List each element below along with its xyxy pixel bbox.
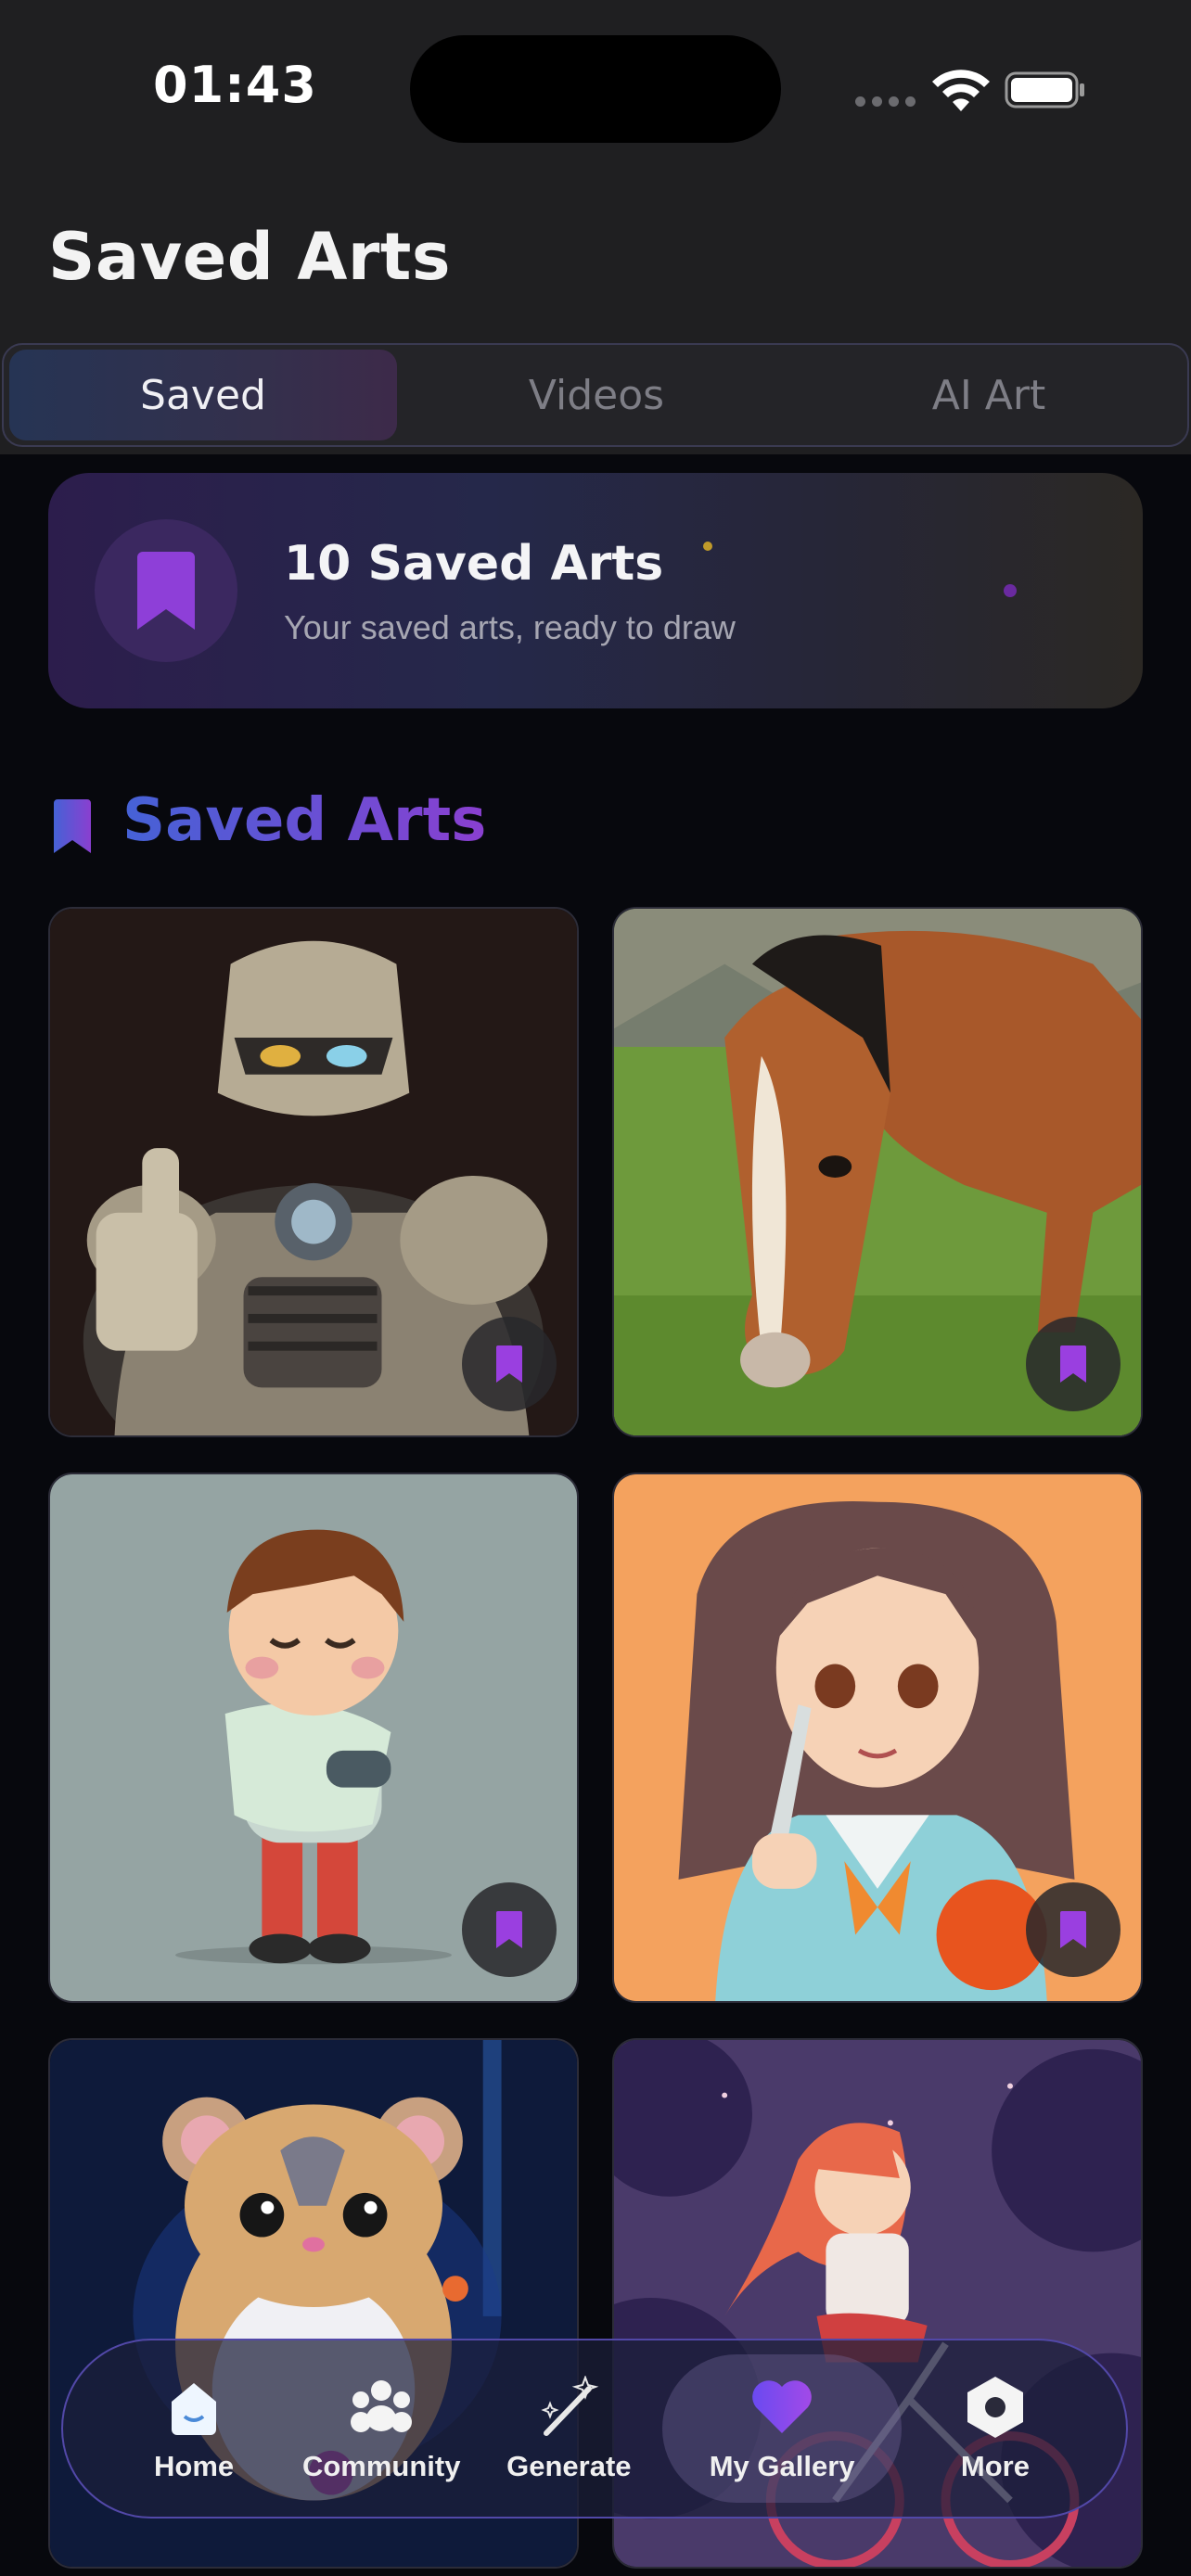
saved-summary-card: 10 Saved Arts Your saved arts, ready to … (48, 473, 1143, 708)
decorative-dot (1004, 584, 1017, 597)
bookmark-icon (95, 519, 237, 662)
tab-label: Videos (528, 371, 665, 419)
wifi-icon (932, 70, 990, 111)
nav-label: Community (301, 2450, 461, 2482)
nav-label: Generate (506, 2450, 632, 2482)
nav-label: My Gallery (709, 2450, 855, 2482)
nav-my-gallery[interactable]: My Gallery (662, 2354, 902, 2503)
hexagon-icon (962, 2374, 1029, 2441)
dynamic-island (410, 35, 781, 143)
art-card-boy-pillow[interactable] (48, 1473, 579, 2003)
tab-bar: Saved Videos AI Art (2, 343, 1189, 447)
tab-saved[interactable]: Saved (9, 350, 397, 440)
community-icon (348, 2374, 415, 2441)
nav-home[interactable]: Home (100, 2354, 288, 2503)
saved-bookmark-button[interactable] (1026, 1882, 1121, 1977)
bookmark-icon (496, 1345, 522, 1383)
art-card-horse[interactable] (612, 907, 1143, 1437)
header-area: 01:43 Saved Arts Saved Videos AI Art (0, 0, 1191, 454)
page-title: Saved Arts (48, 219, 452, 295)
nav-label: Home (154, 2450, 235, 2482)
saved-bookmark-button[interactable] (1026, 1317, 1121, 1411)
nav-community[interactable]: Community (288, 2354, 475, 2503)
bookmark-icon (1060, 1911, 1086, 1948)
heart-icon (749, 2374, 815, 2441)
summary-title: 10 Saved Arts (284, 536, 664, 592)
saved-bookmark-button[interactable] (462, 1882, 557, 1977)
decorative-dot (703, 542, 712, 551)
saved-bookmark-button[interactable] (462, 1317, 557, 1411)
bookmark-icon (54, 799, 91, 853)
nav-more[interactable]: More (902, 2354, 1089, 2503)
tab-label: AI Art (931, 371, 1046, 419)
art-card-girl-orange[interactable] (612, 1473, 1143, 2003)
nav-generate[interactable]: Generate (475, 2354, 662, 2503)
cellular-signal-icon (855, 96, 916, 107)
bookmark-icon (496, 1911, 522, 1948)
tab-label: Saved (140, 371, 266, 419)
home-icon (160, 2374, 227, 2441)
art-card-robot[interactable] (48, 907, 579, 1437)
battery-icon (1005, 71, 1084, 108)
status-time: 01:43 (153, 56, 317, 114)
nav-label: More (960, 2450, 1030, 2482)
bookmark-icon (1060, 1345, 1086, 1383)
section-title: Saved Arts (122, 786, 487, 855)
bottom-nav: Home Community Generate My Gallery More (61, 2339, 1128, 2519)
magic-wand-icon (535, 2374, 602, 2441)
summary-subtitle: Your saved arts, ready to draw (284, 608, 736, 646)
tab-ai-art[interactable]: AI Art (796, 350, 1182, 440)
tab-videos[interactable]: Videos (397, 350, 796, 440)
